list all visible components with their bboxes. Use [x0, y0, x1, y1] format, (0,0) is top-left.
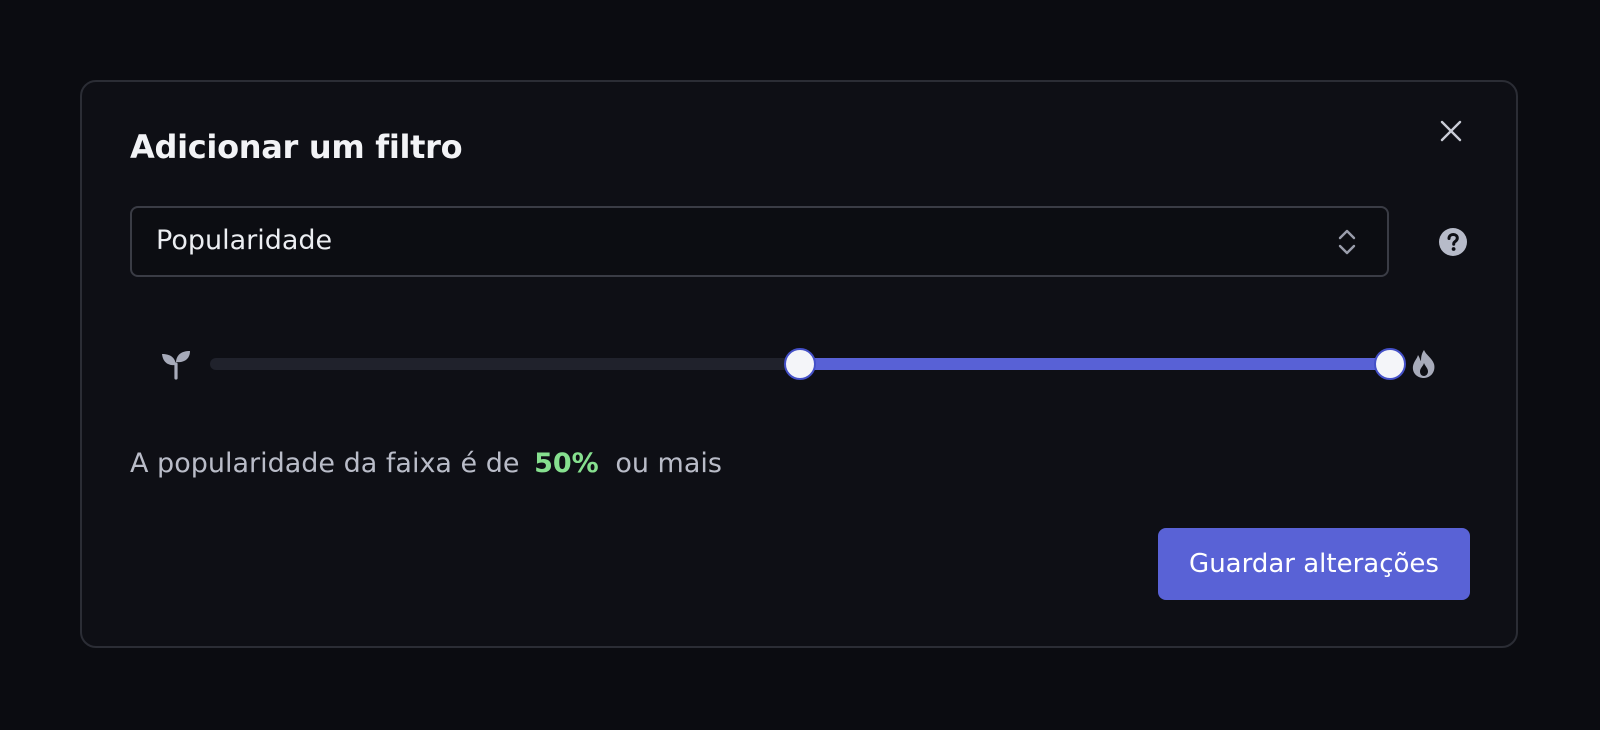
slider-max-thumb[interactable]: [1374, 348, 1406, 380]
slider-min-thumb[interactable]: [784, 348, 816, 380]
save-changes-button[interactable]: Guardar alterações: [1158, 528, 1470, 600]
sprout-icon: [162, 351, 190, 380]
close-button[interactable]: [1436, 116, 1466, 146]
modal-title: Adicionar um filtro: [130, 128, 463, 166]
close-icon: [1440, 120, 1462, 142]
filter-type-select[interactable]: Popularidade: [130, 206, 1389, 277]
summary-suffix: ou mais: [615, 448, 722, 479]
summary-value: 50%: [534, 448, 599, 479]
filter-type-value: Popularidade: [156, 225, 333, 256]
slider-track[interactable]: [210, 348, 1406, 380]
popularity-range-slider: [160, 344, 1440, 384]
question-circle-icon[interactable]: [1438, 227, 1468, 257]
filter-summary: A popularidade da faixa é de 50% ou mais: [130, 448, 722, 479]
chevron-updown-icon: [1338, 229, 1356, 255]
summary-prefix: A popularidade da faixa é de: [130, 448, 520, 479]
fire-icon: [1412, 350, 1435, 378]
slider-selected-range: [800, 358, 1390, 370]
